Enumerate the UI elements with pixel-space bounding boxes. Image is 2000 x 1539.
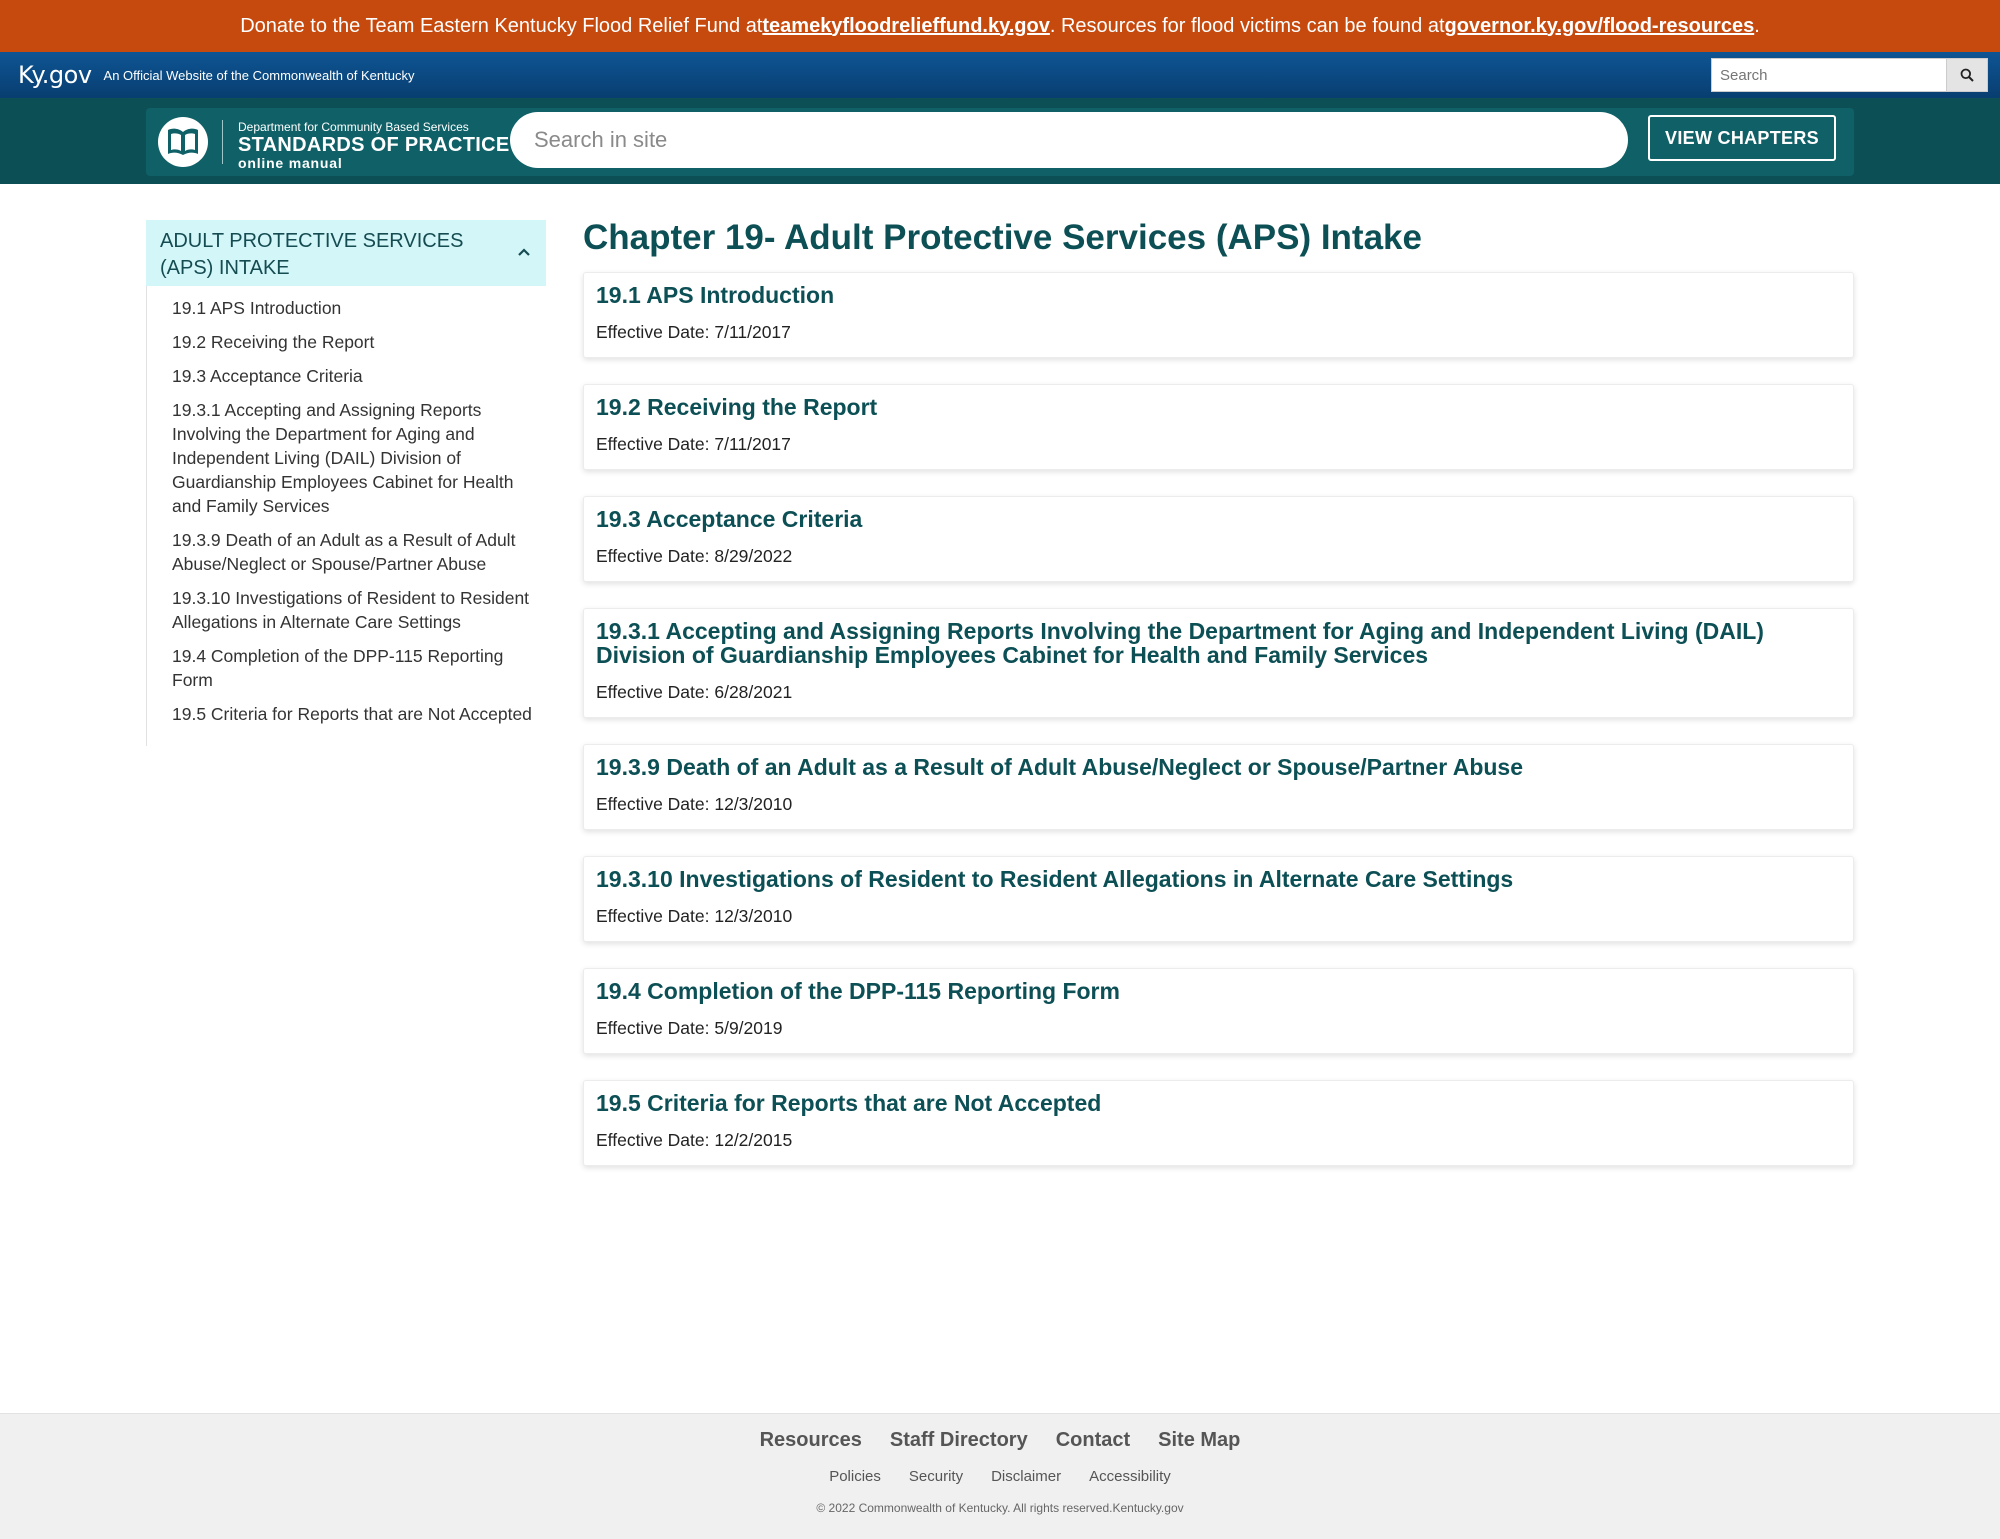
chapter-sidebar: ADULT PROTECTIVE SERVICES (APS) INTAKE 1…: [146, 220, 546, 746]
section-card[interactable]: 19.3 Acceptance Criteria Effective Date:…: [583, 496, 1854, 582]
sidebar-item-19-3-1[interactable]: 19.3.1 Accepting and Assigning Reports I…: [172, 398, 546, 518]
footer-main-links: Resources Staff Directory Contact Site M…: [0, 1429, 2000, 1452]
section-card-title[interactable]: 19.1 APS Introduction: [596, 283, 1841, 307]
section-card[interactable]: 19.2 Receiving the Report Effective Date…: [583, 384, 1854, 470]
page-title: Chapter 19- Adult Protective Services (A…: [583, 218, 1422, 257]
site-footer: Resources Staff Directory Contact Site M…: [0, 1413, 2000, 1539]
section-card-title[interactable]: 19.3.10 Investigations of Resident to Re…: [596, 867, 1841, 891]
site-search-input[interactable]: [510, 112, 1628, 168]
section-card[interactable]: 19.3.9 Death of an Adult as a Result of …: [583, 744, 1854, 830]
sidebar-item-19-5[interactable]: 19.5 Criteria for Reports that are Not A…: [172, 702, 546, 726]
section-card[interactable]: 19.4 Completion of the DPP-115 Reporting…: [583, 968, 1854, 1054]
alert-banner: Donate to the Team Eastern Kentucky Floo…: [0, 0, 2000, 52]
footer-link-security[interactable]: Security: [909, 1468, 963, 1485]
footer-link-contact[interactable]: Contact: [1056, 1429, 1130, 1452]
section-card-date: Effective Date: 12/3/2010: [596, 794, 793, 814]
kygov-tagline: An Official Website of the Commonwealth …: [103, 67, 415, 83]
section-card-title[interactable]: 19.3.9 Death of an Adult as a Result of …: [596, 755, 1841, 779]
section-card-date: Effective Date: 7/11/2017: [596, 434, 791, 454]
sidebar-item-19-4[interactable]: 19.4 Completion of the DPP-115 Reporting…: [172, 644, 546, 692]
footer-copyright: © 2022 Commonwealth of Kentucky. All rig…: [816, 1501, 1184, 1515]
kygov-logo[interactable]: Ky.gov: [18, 61, 92, 89]
sidebar-item-19-1[interactable]: 19.1 APS Introduction: [172, 296, 546, 320]
main-content: Chapter 19- Adult Protective Services (A…: [583, 218, 1854, 1192]
flood-relief-fund-link[interactable]: teamekyfloodrelieffund.ky.gov: [762, 15, 1049, 38]
sidebar-chapter-header[interactable]: ADULT PROTECTIVE SERVICES (APS) INTAKE: [146, 220, 546, 286]
footer-link-site-map[interactable]: Site Map: [1158, 1429, 1240, 1452]
site-header-inner: Department for Community Based Services …: [146, 108, 1854, 176]
section-card-date: Effective Date: 6/28/2021: [596, 682, 793, 702]
section-card[interactable]: 19.1 APS Introduction Effective Date: 7/…: [583, 272, 1854, 358]
section-card[interactable]: 19.3.1 Accepting and Assigning Reports I…: [583, 608, 1854, 718]
site-header: Department for Community Based Services …: [0, 98, 2000, 184]
site-brand[interactable]: Department for Community Based Services …: [238, 120, 510, 170]
sidebar-item-19-3-10[interactable]: 19.3.10 Investigations of Resident to Re…: [172, 586, 546, 634]
section-card-date: Effective Date: 8/29/2022: [596, 546, 793, 566]
kygov-search-input[interactable]: [1711, 58, 1947, 92]
section-card-title[interactable]: 19.3.1 Accepting and Assigning Reports I…: [596, 619, 1841, 667]
alert-text-2: . Resources for flood victims can be fou…: [1049, 14, 1445, 37]
section-card-date: Effective Date: 5/9/2019: [596, 1018, 783, 1038]
section-card[interactable]: 19.3.10 Investigations of Resident to Re…: [583, 856, 1854, 942]
search-icon: [1960, 68, 1974, 82]
kygov-search-form: [1711, 58, 1988, 92]
kygov-search-button[interactable]: [1947, 58, 1988, 92]
brand-subtitle: online manual: [238, 155, 343, 171]
brand-divider: [222, 120, 223, 164]
brand-department: Department for Community Based Services: [238, 120, 469, 134]
section-card-date: Effective Date: 7/11/2017: [596, 322, 791, 342]
footer-link-accessibility[interactable]: Accessibility: [1089, 1468, 1171, 1485]
alert-text-1: Donate to the Team Eastern Kentucky Floo…: [240, 14, 763, 37]
footer-link-policies[interactable]: Policies: [829, 1468, 881, 1485]
section-card-date: Effective Date: 12/2/2015: [596, 1130, 793, 1150]
footer-sub-links: Policies Security Disclaimer Accessibili…: [0, 1468, 2000, 1485]
sidebar-item-19-3[interactable]: 19.3 Acceptance Criteria: [172, 364, 546, 388]
footer-link-disclaimer[interactable]: Disclaimer: [991, 1468, 1061, 1485]
sidebar-chapter-title: ADULT PROTECTIVE SERVICES (APS) INTAKE: [160, 230, 464, 279]
section-card-title[interactable]: 19.4 Completion of the DPP-115 Reporting…: [596, 979, 1841, 1003]
section-card-title[interactable]: 19.5 Criteria for Reports that are Not A…: [596, 1091, 1841, 1115]
open-book-icon: [168, 128, 198, 155]
section-card-title[interactable]: 19.2 Receiving the Report: [596, 395, 1841, 419]
site-logo[interactable]: [158, 117, 208, 167]
section-card-title[interactable]: 19.3 Acceptance Criteria: [596, 507, 1841, 531]
view-chapters-button[interactable]: VIEW CHAPTERS: [1648, 115, 1836, 161]
footer-link-resources[interactable]: Resources: [760, 1429, 862, 1452]
brand-title: STANDARDS OF PRACTICE: [238, 134, 510, 156]
sidebar-section-list: 19.1 APS Introduction 19.2 Receiving the…: [146, 286, 546, 746]
section-card[interactable]: 19.5 Criteria for Reports that are Not A…: [583, 1080, 1854, 1166]
footer-link-staff-directory[interactable]: Staff Directory: [890, 1429, 1028, 1452]
sidebar-item-19-2[interactable]: 19.2 Receiving the Report: [172, 330, 546, 354]
sidebar-item-19-3-9[interactable]: 19.3.9 Death of an Adult as a Result of …: [172, 528, 546, 576]
footer-divider: [0, 1413, 2000, 1414]
alert-text-3: .: [1754, 14, 1760, 37]
kygov-bar: Ky.gov An Official Website of the Common…: [0, 52, 2000, 98]
section-card-date: Effective Date: 12/3/2010: [596, 906, 793, 926]
chevron-up-icon[interactable]: [516, 244, 532, 260]
flood-resources-link[interactable]: governor.ky.gov/flood-resources: [1445, 15, 1755, 38]
